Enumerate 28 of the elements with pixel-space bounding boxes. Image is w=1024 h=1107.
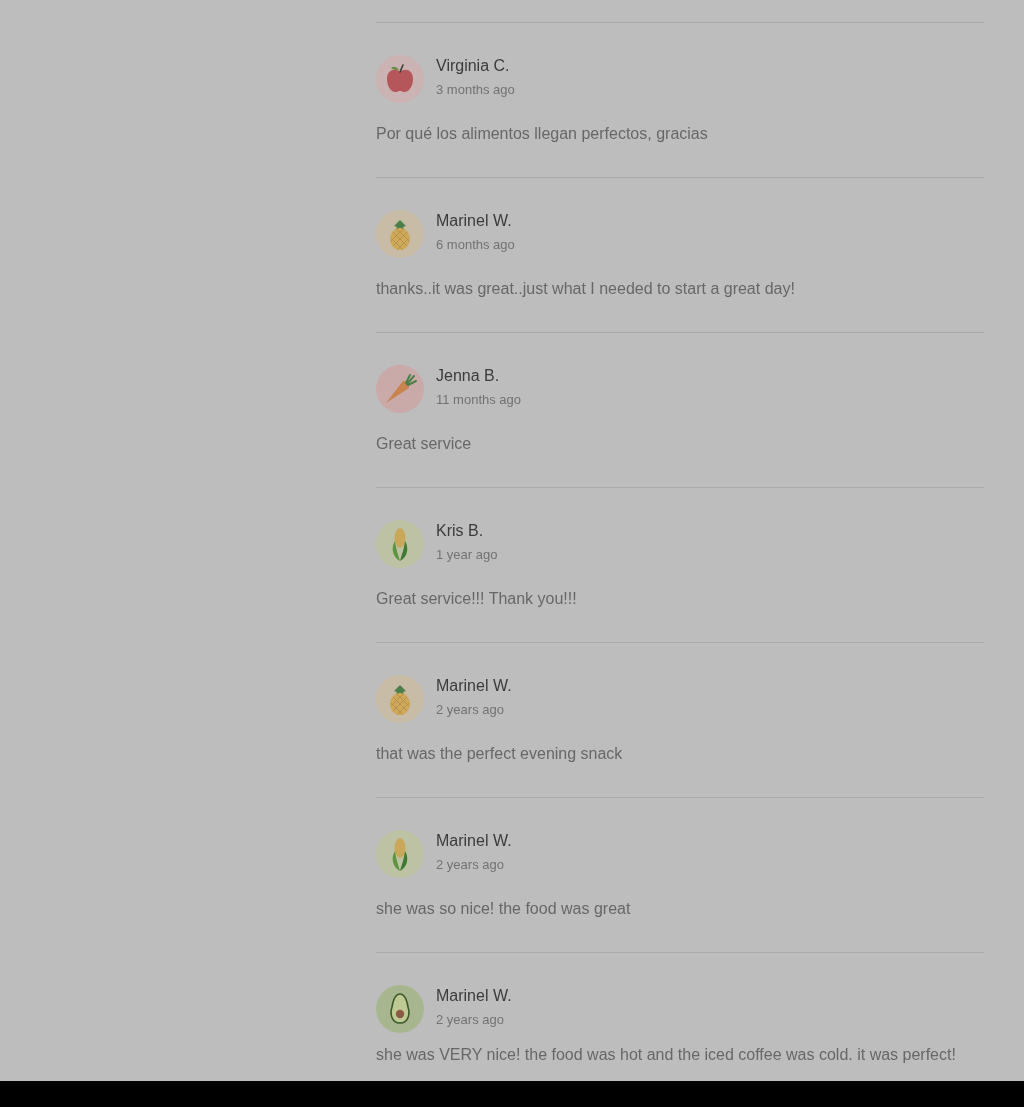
review-date: 2 years ago: [436, 856, 505, 874]
review-text: Great service!!! Thank you!!!: [376, 589, 578, 609]
review-date: 1 year ago: [436, 546, 498, 564]
carrot-icon: [376, 365, 424, 413]
review-text: she was VERY nice! the food was hot and the iced coffee was cold. it was perfect!: [376, 1045, 957, 1065]
reviewer-name: Marinel W.: [436, 211, 513, 231]
reviewer-name: Kris B.: [436, 521, 485, 541]
review-text: she was so nice! the food was great: [376, 899, 632, 919]
reviewer-name: Virginia C.: [436, 56, 511, 76]
review-date: 2 years ago: [436, 701, 505, 719]
review-date: 6 months ago: [436, 236, 515, 254]
apple-icon: [376, 55, 424, 103]
corn-icon: [376, 830, 424, 878]
corn-icon: [376, 520, 424, 568]
review-text: Por qué los alimentos llegan perfectos, gracias: [376, 124, 709, 144]
review-date: 2 years ago: [436, 1011, 505, 1029]
review-date: 11 months ago: [436, 391, 522, 409]
pineapple-icon: [376, 675, 424, 723]
reviewer-name: Marinel W.: [436, 986, 512, 1006]
reviewer-name: Jenna B.: [436, 366, 501, 386]
pineapple-icon: [376, 210, 424, 258]
review-text: Great service: [376, 434, 473, 454]
reviewer-name: Marinel W.: [436, 831, 512, 851]
reviewer-name: Marinel W.: [436, 676, 512, 696]
review-text: thanks..it was great..just what I needed to start a great day!: [376, 279, 796, 299]
review-date: 3 months ago: [436, 81, 515, 99]
review-text: that was the perfect evening snack: [376, 744, 624, 764]
avocado-icon: [376, 985, 424, 1033]
